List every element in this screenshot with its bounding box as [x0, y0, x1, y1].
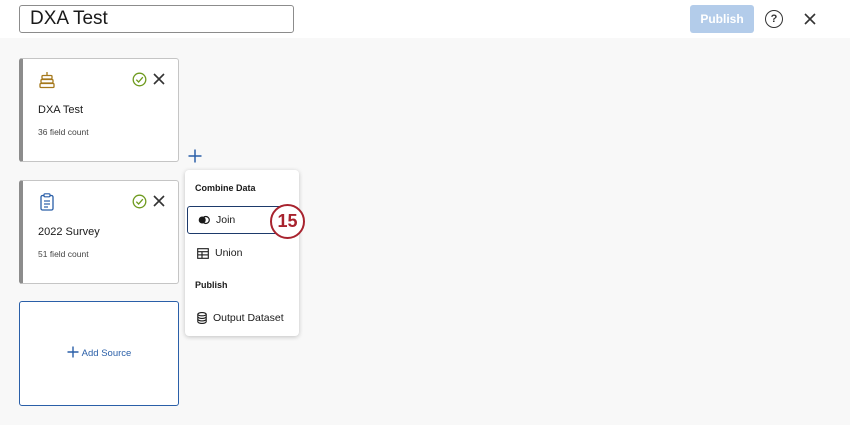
dataset-title-input[interactable] — [19, 5, 294, 33]
step-number-badge: 15 — [270, 204, 305, 239]
remove-source-icon[interactable] — [152, 72, 166, 86]
plus-icon — [67, 346, 79, 361]
help-icon[interactable]: ? — [765, 10, 783, 28]
top-bar: Publish ? — [0, 0, 850, 38]
check-circle-icon — [132, 194, 147, 209]
menu-section-combine: Combine Data — [195, 183, 256, 193]
source-field-count: 36 field count — [38, 127, 89, 137]
remove-source-icon[interactable] — [152, 194, 166, 208]
source-card[interactable]: 2022 Survey 51 field count — [19, 180, 179, 284]
output-dataset-label: Output Dataset — [213, 312, 284, 324]
combine-menu: Combine Data Join Union Publish Output D… — [185, 170, 299, 336]
source-name: DXA Test — [38, 104, 84, 116]
add-step-plus-icon[interactable] — [187, 148, 203, 164]
menu-item-union[interactable]: Union — [187, 239, 295, 267]
source-field-count: 51 field count — [38, 249, 89, 259]
union-label: Union — [215, 247, 243, 259]
source-card[interactable]: DXA Test 36 field count — [19, 58, 179, 162]
menu-section-publish: Publish — [195, 280, 228, 290]
survey-clipboard-icon — [39, 193, 55, 211]
publish-button[interactable]: Publish — [690, 5, 754, 33]
database-stack-icon — [39, 71, 55, 89]
close-icon[interactable] — [801, 9, 819, 29]
source-name: 2022 Survey — [38, 226, 100, 238]
join-label: Join — [216, 214, 236, 226]
join-icon — [198, 215, 210, 225]
add-source-button[interactable]: Add Source — [19, 301, 179, 406]
union-icon — [197, 247, 209, 259]
add-source-label: Add Source — [81, 348, 132, 359]
menu-item-output-dataset[interactable]: Output Dataset — [187, 304, 295, 332]
check-circle-icon — [132, 72, 147, 87]
database-icon — [197, 312, 207, 324]
